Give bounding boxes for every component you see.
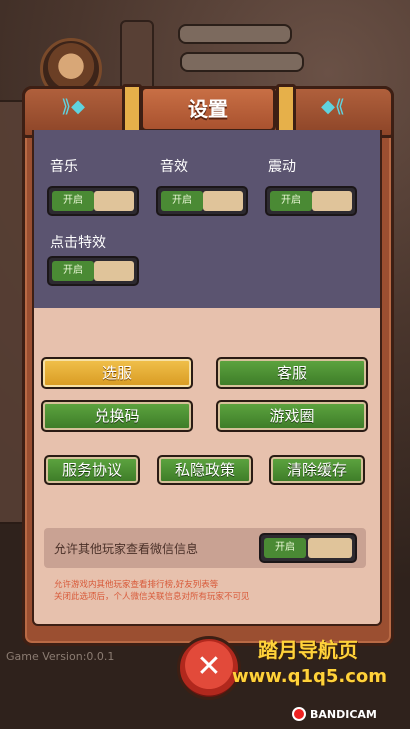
fish-icon: ⟫◆	[61, 96, 85, 117]
watermark-url: www.q1q5.com	[232, 666, 388, 687]
customer-service-button[interactable]: 客服	[216, 357, 368, 389]
wechat-visibility-label: 允许其他玩家查看微信信息	[54, 542, 199, 556]
fish-icon: ◆⟪	[321, 96, 345, 117]
wechat-note-line2: 关闭此选项后，个人微信关联信息对所有玩家不可见	[54, 592, 250, 602]
clear-cache-button[interactable]: 清除缓存	[269, 455, 365, 485]
toggle-knob	[94, 261, 134, 281]
toggle-knob	[203, 191, 243, 211]
service-agreement-button[interactable]: 服务协议	[44, 455, 140, 485]
sfx-label: 音效	[160, 159, 188, 175]
wechat-visibility-toggle[interactable]: 开启	[259, 533, 357, 563]
vibrate-toggle[interactable]: 开启	[265, 186, 357, 216]
click-effect-label: 点击特效	[50, 235, 106, 251]
recorder-badge: BANDICAM	[292, 704, 377, 724]
toggle-knob	[312, 191, 352, 211]
toggle-knob	[94, 191, 134, 211]
recorder-label: BANDICAM	[310, 707, 377, 721]
watermark-title: 踏月导航页	[258, 638, 358, 662]
toggle-on-text: 开启	[270, 191, 312, 211]
game-circle-button[interactable]: 游戏圈	[216, 400, 368, 432]
background-resource-bar	[180, 52, 304, 72]
toggle-on-text: 开启	[52, 261, 94, 281]
server-select-button[interactable]: 选服	[41, 357, 193, 389]
toggle-on-text: 开启	[264, 538, 306, 558]
sfx-toggle[interactable]: 开启	[156, 186, 248, 216]
toggle-on-text: 开启	[161, 191, 203, 211]
vibrate-label: 震动	[268, 159, 296, 175]
wechat-note-line1: 允许游戏内其他玩家查看排行榜,好友列表等	[54, 580, 219, 590]
privacy-policy-button[interactable]: 私隐政策	[157, 455, 253, 485]
toggle-on-text: 开启	[52, 191, 94, 211]
redeem-code-button[interactable]: 兑换码	[41, 400, 193, 432]
dialog-title: 设置	[140, 86, 276, 132]
click-effect-toggle[interactable]: 开启	[47, 256, 139, 286]
background-resource-bar	[178, 24, 292, 44]
music-toggle[interactable]: 开启	[47, 186, 139, 216]
game-version: Game Version:0.0.1	[6, 650, 115, 663]
music-label: 音乐	[50, 159, 78, 175]
record-icon	[292, 707, 306, 721]
close-icon: ✕	[196, 649, 222, 684]
toggle-knob	[308, 538, 352, 558]
